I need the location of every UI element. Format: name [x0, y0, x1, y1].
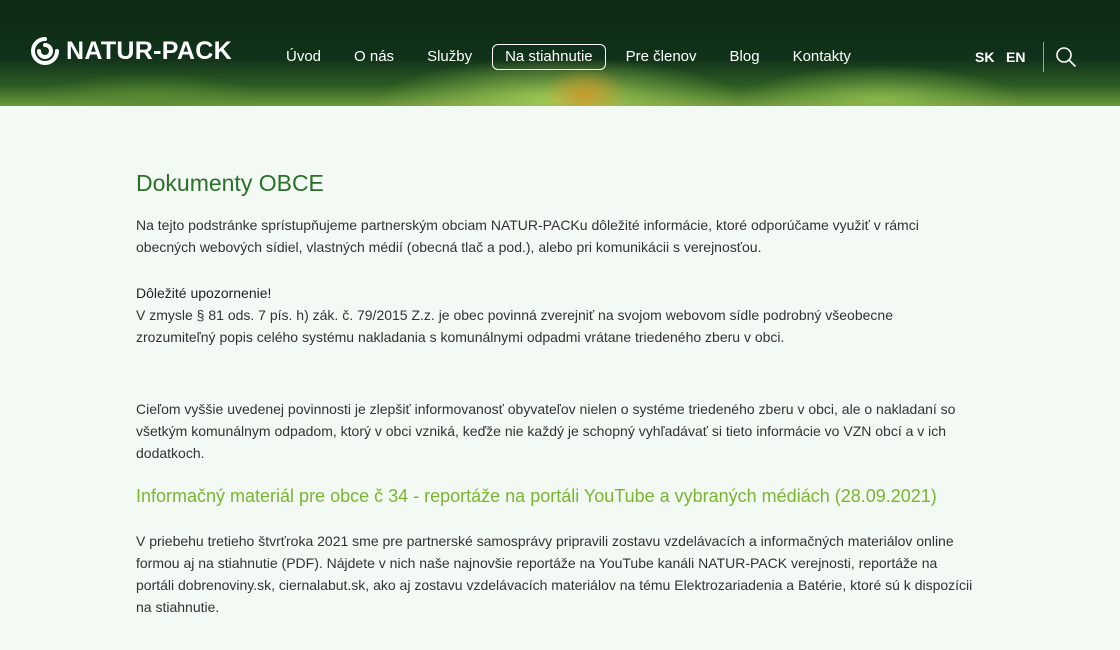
language-divider [1043, 42, 1044, 72]
goal-paragraph: Cieľom vyššie uvedenej povinnosti je zle… [136, 401, 956, 461]
warning-block: Dôležité upozornenie! V zmysle § 81 ods.… [136, 282, 976, 348]
intro-paragraph: Na tejto podstránke sprístupňujeme partn… [136, 217, 919, 255]
warning-title: Dôležité upozornenie! [136, 285, 272, 301]
menu-item-kontakty[interactable]: Kontakty [793, 45, 851, 69]
logo-text: NATUR-PACK [66, 36, 232, 65]
main-menu: Úvod O nás Služby Na stiahnutie Pre člen… [286, 44, 884, 70]
menu-item-blog[interactable]: Blog [730, 45, 760, 69]
logo[interactable]: NATUR-PACK [30, 36, 232, 66]
menu-item-sluzby[interactable]: Služby [427, 45, 472, 69]
menu-item-pre-clenov[interactable]: Pre členov [626, 45, 697, 69]
article-text: V priebehu tretieho štvrťroka 2021 sme p… [136, 533, 973, 615]
menu-item-na-stiahnutie[interactable]: Na stiahnutie [492, 44, 606, 70]
warning-text: V zmysle § 81 ods. 7 pís. h) zák. č. 79/… [136, 307, 893, 345]
search-icon[interactable] [1055, 46, 1077, 68]
language-en[interactable]: EN [1006, 49, 1025, 65]
menu-item-o-nas[interactable]: O nás [354, 45, 394, 69]
menu-item-uvod[interactable]: Úvod [286, 45, 321, 69]
page-title: Dokumenty OBCE [136, 170, 324, 196]
language-sk[interactable]: SK [975, 49, 994, 65]
top-navigation: NATUR-PACK Úvod O nás Služby Na stiahnut… [0, 0, 1120, 88]
article-title-link[interactable]: Informačný materiál pre obce č 34 - repo… [136, 486, 976, 506]
logo-swirl-icon [31, 37, 59, 65]
